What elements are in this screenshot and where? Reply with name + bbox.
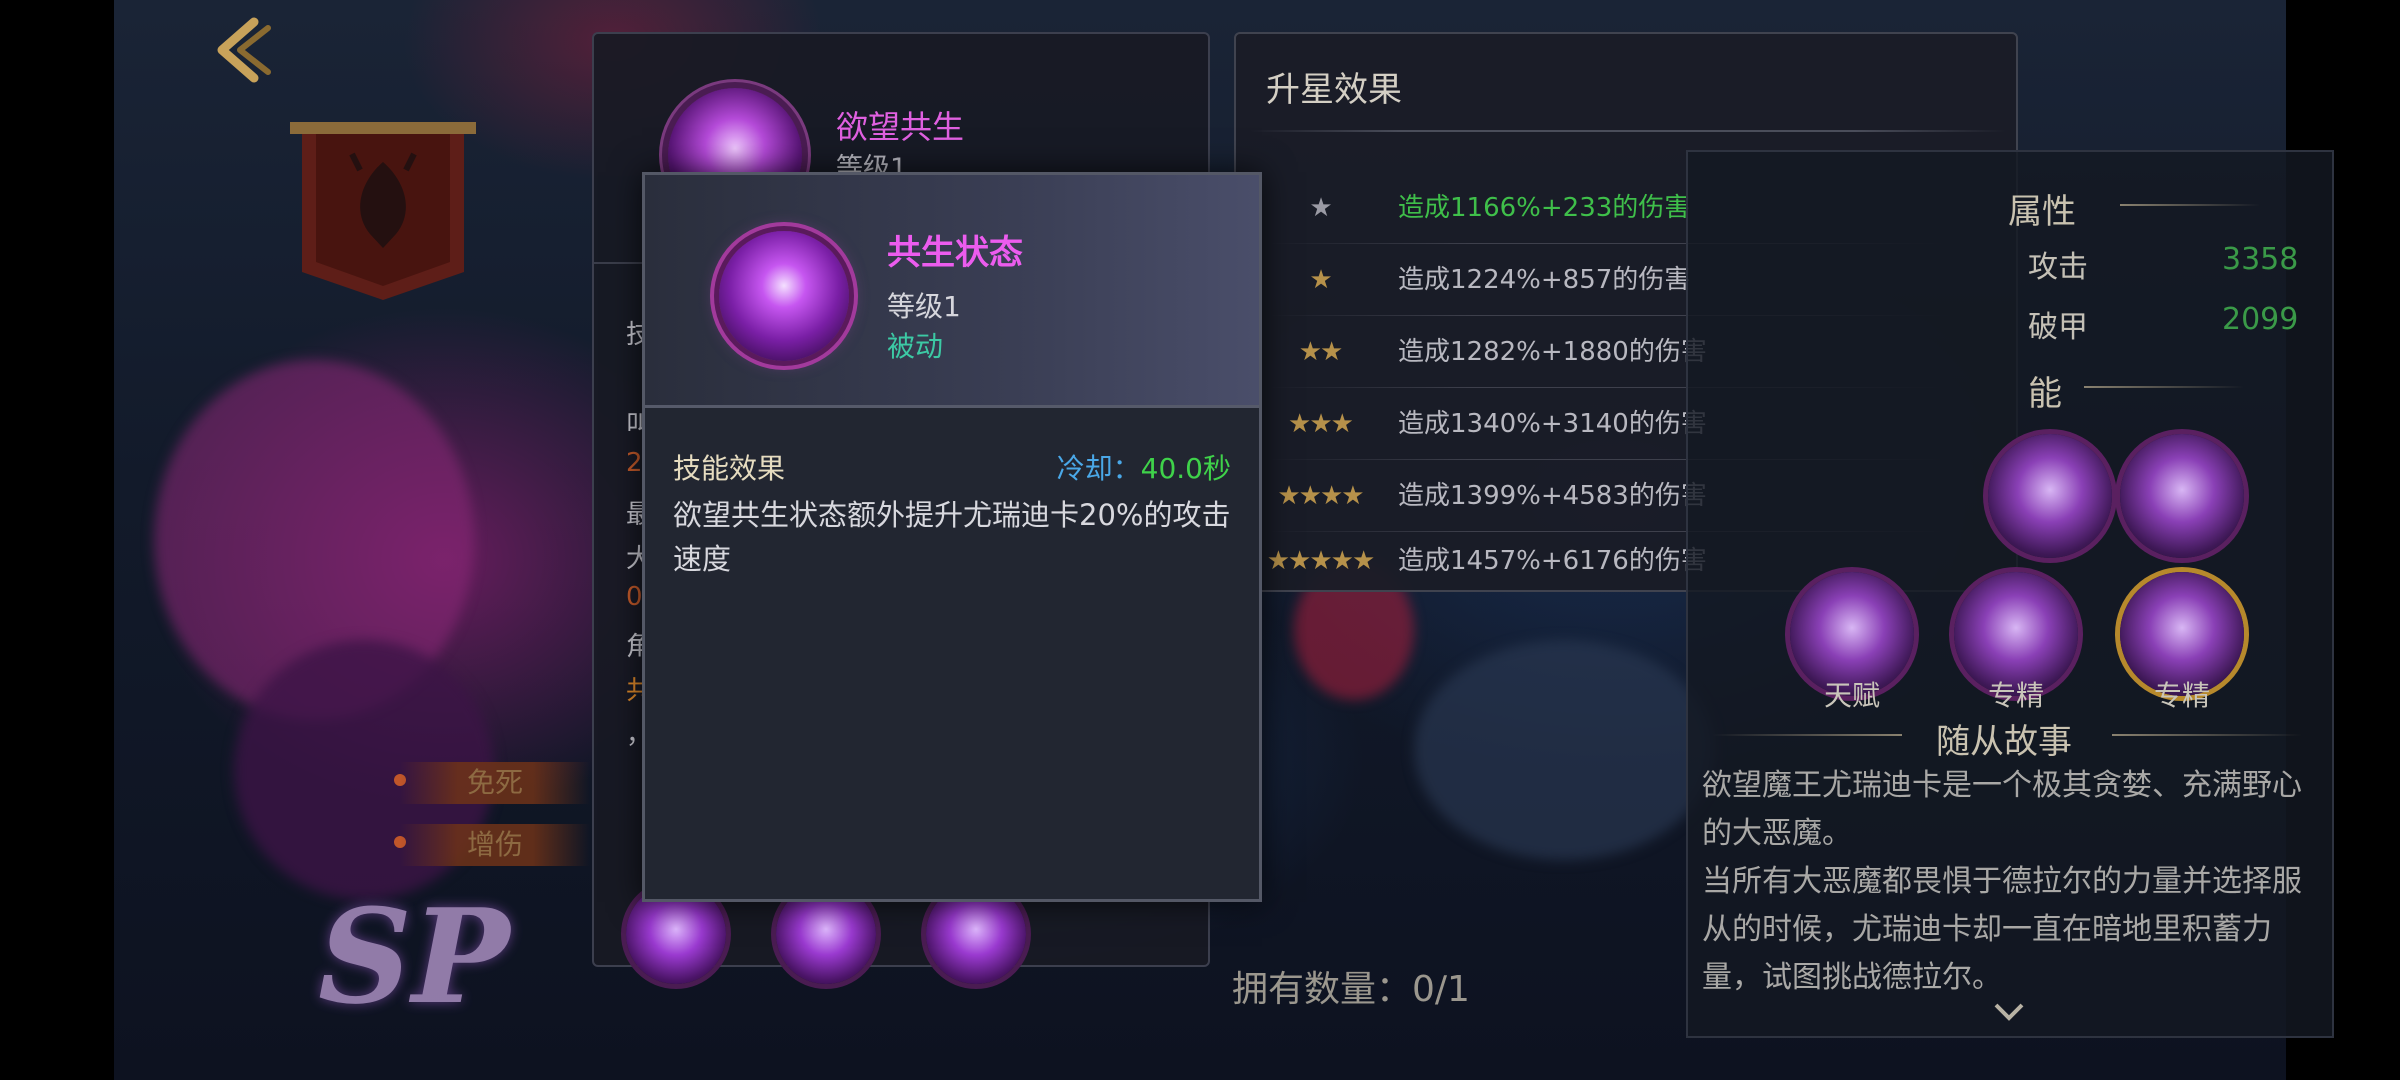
popup-header: 共生状态 等级1 被动 [645,175,1259,408]
cooldown-value: 40.0秒 [1140,452,1231,485]
demon-banner-icon [290,122,476,300]
back-arrow-icon[interactable] [206,14,278,86]
talent-label: 天赋 [1823,679,1880,712]
upgrade-desc: 造成1166%+233的伤害 [1398,193,1691,223]
effect-description: 欲望共生状态额外提升尤瑞迪卡20%的攻击速度 [673,498,1231,576]
upgrade-desc: 造成1340%+3140的伤害 [1398,409,1707,439]
upgrade-desc: 造成1457%+6176的伤害 [1398,546,1707,576]
buff-tag: 增伤 [400,824,590,866]
star-icon: ★★★★★ [1266,546,1376,576]
star-icon: ★★★★ [1277,481,1364,511]
rarity-logo: SP [318,880,510,1033]
title-decoration [2084,386,2244,388]
upgrade-title: 升星效果 [1266,70,1402,110]
stat-value: 2099 [2222,302,2299,337]
skill-orb-icon[interactable] [2120,434,2244,558]
game-screen: 欲望共生 等级1 技 叫 2 最 大 0 角 共 ， 升星效果 ★ 造成1166… [0,0,2400,1080]
upgrade-desc: 造成1224%+857的伤害 [1398,265,1691,295]
title-decoration [2112,734,2302,736]
chevron-down-icon[interactable] [1994,1002,2024,1022]
star-icon: ★ [1309,193,1332,223]
star-icon: ★ [1309,265,1332,295]
cooldown-label: 冷却： [1056,452,1141,485]
divider [1250,130,2006,132]
stat-value: 3358 [2222,242,2299,277]
skill-orb-icon[interactable] [1988,434,2112,558]
title-decoration [1712,734,1902,736]
buff-tag: 免死 [400,762,590,804]
title-decoration [2120,204,2260,206]
star-icon: ★★ [1298,337,1344,367]
story-title: 随从故事 [1936,722,2072,762]
popup-skill-level: 等级1 [887,290,961,323]
skill-text-fragment: 0 [626,582,643,612]
hero-info-panel: 属性 攻击 3358 破甲 2099 能 天赋 专精 专精 随从故事 欲望魔王尤… [1686,150,2334,1038]
stat-label: 破甲 [2028,310,2088,345]
stat-label: 攻击 [2028,250,2088,285]
background-rock [1414,640,1714,860]
star-icon: ★★★ [1288,409,1354,439]
skill-name: 欲望共生 [836,108,965,146]
popup-skill-type: 被动 [887,330,944,363]
popup-skill-name: 共生状态 [887,233,1023,273]
skill-orb-icon [719,231,849,361]
skill-text-fragment: 2 [626,448,643,478]
owned-count: 拥有数量：0/1 [1232,969,1470,1010]
skills-title: 能 [2028,374,2062,414]
cooldown: 冷却：40.0秒 [1057,447,1231,487]
upgrade-desc: 造成1399%+4583的伤害 [1398,481,1707,511]
skill-tooltip-popup: 共生状态 等级1 被动 技能效果 冷却：40.0秒 欲望共生状态额外提升尤瑞迪卡… [642,172,1262,902]
specialty-label: 专精 [2153,679,2210,712]
upgrade-desc: 造成1282%+1880的伤害 [1398,337,1707,367]
specialty-label: 专精 [1987,679,2044,712]
effect-title: 技能效果 [673,452,786,485]
hero-story: 欲望魔王尤瑞迪卡是一个极其贪婪、充满野心的大恶魔。 当所有大恶魔都畏惧于德拉尔的… [1702,768,2302,995]
attribute-title: 属性 [2008,192,2076,232]
